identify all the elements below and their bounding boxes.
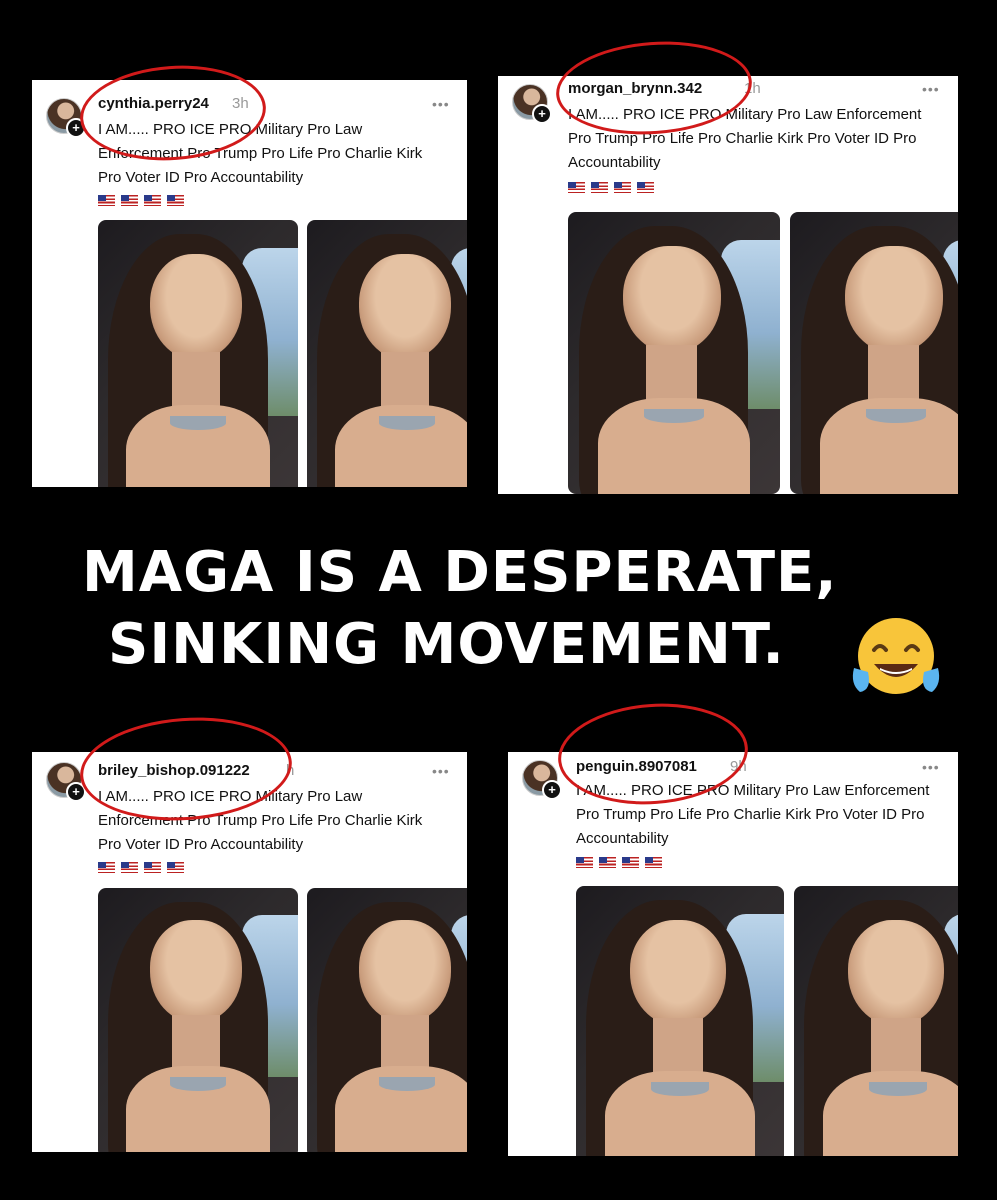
post-photo-1[interactable] bbox=[568, 212, 780, 494]
us-flag-icon bbox=[121, 862, 138, 874]
us-flag-icon bbox=[568, 182, 585, 194]
us-flag-icon bbox=[167, 195, 184, 207]
us-flag-icon bbox=[144, 862, 161, 874]
flag-row bbox=[98, 859, 218, 877]
post-photo-1[interactable] bbox=[98, 888, 298, 1152]
post-card-4[interactable]: + penguin.8907081 9h ••• I AM..... PRO I… bbox=[508, 752, 958, 1156]
more-options-icon[interactable]: ••• bbox=[922, 759, 940, 775]
post-photo-2[interactable] bbox=[794, 886, 958, 1156]
us-flag-icon bbox=[144, 195, 161, 207]
post-photo-1[interactable] bbox=[576, 886, 784, 1156]
post-photo-2[interactable] bbox=[790, 212, 958, 494]
more-options-icon[interactable]: ••• bbox=[432, 96, 450, 112]
flag-row bbox=[568, 179, 688, 197]
flag-row bbox=[98, 192, 218, 210]
us-flag-icon bbox=[121, 195, 138, 207]
more-options-icon[interactable]: ••• bbox=[922, 81, 940, 97]
post-card-3[interactable]: + briley_bishop.091222 h ••• I AM..... P… bbox=[32, 752, 467, 1152]
us-flag-icon bbox=[576, 857, 593, 869]
us-flag-icon bbox=[591, 182, 608, 194]
us-flag-icon bbox=[98, 862, 115, 874]
follow-plus-icon[interactable]: + bbox=[542, 780, 562, 800]
post-photo-2[interactable] bbox=[307, 220, 467, 487]
headline-line-1: MAGA IS A DESPERATE, bbox=[82, 540, 838, 605]
us-flag-icon bbox=[167, 862, 184, 874]
us-flag-icon bbox=[599, 857, 616, 869]
post-photo-2[interactable] bbox=[307, 888, 467, 1152]
post-card-2[interactable]: + morgan_brynn.342 1h ••• I AM..... PRO … bbox=[498, 76, 958, 494]
tears-of-joy-emoji-icon bbox=[852, 618, 940, 694]
us-flag-icon bbox=[645, 857, 662, 869]
post-photo-1[interactable] bbox=[98, 220, 298, 487]
us-flag-icon bbox=[98, 195, 115, 207]
us-flag-icon bbox=[622, 857, 639, 869]
flag-row bbox=[576, 854, 696, 872]
headline-line-2: SINKING MOVEMENT. bbox=[108, 612, 785, 677]
us-flag-icon bbox=[637, 182, 654, 194]
more-options-icon[interactable]: ••• bbox=[432, 763, 450, 779]
us-flag-icon bbox=[614, 182, 631, 194]
follow-plus-icon[interactable]: + bbox=[532, 104, 552, 124]
